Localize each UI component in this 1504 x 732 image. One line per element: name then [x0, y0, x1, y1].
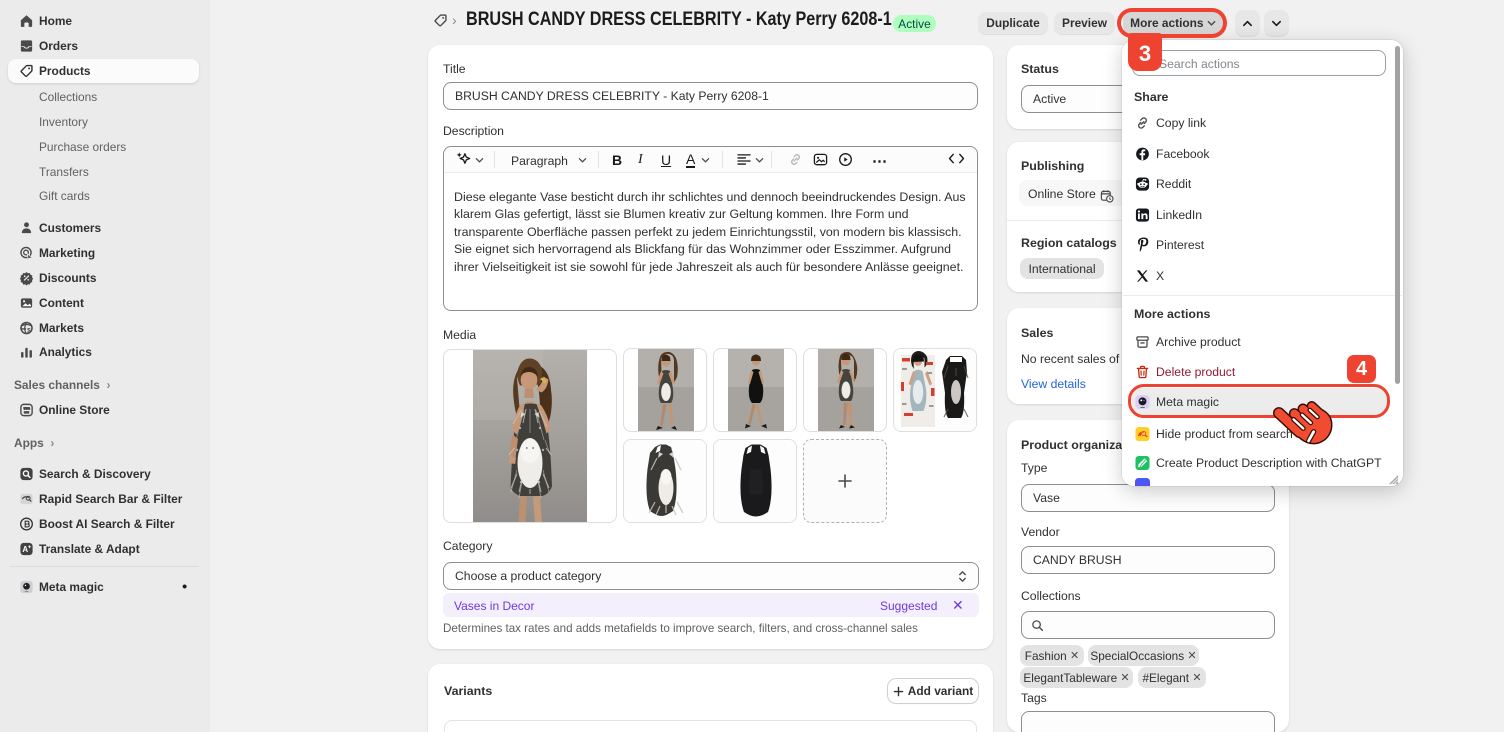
svg-text:A: A [22, 545, 28, 554]
svg-text:$: $ [27, 327, 31, 334]
